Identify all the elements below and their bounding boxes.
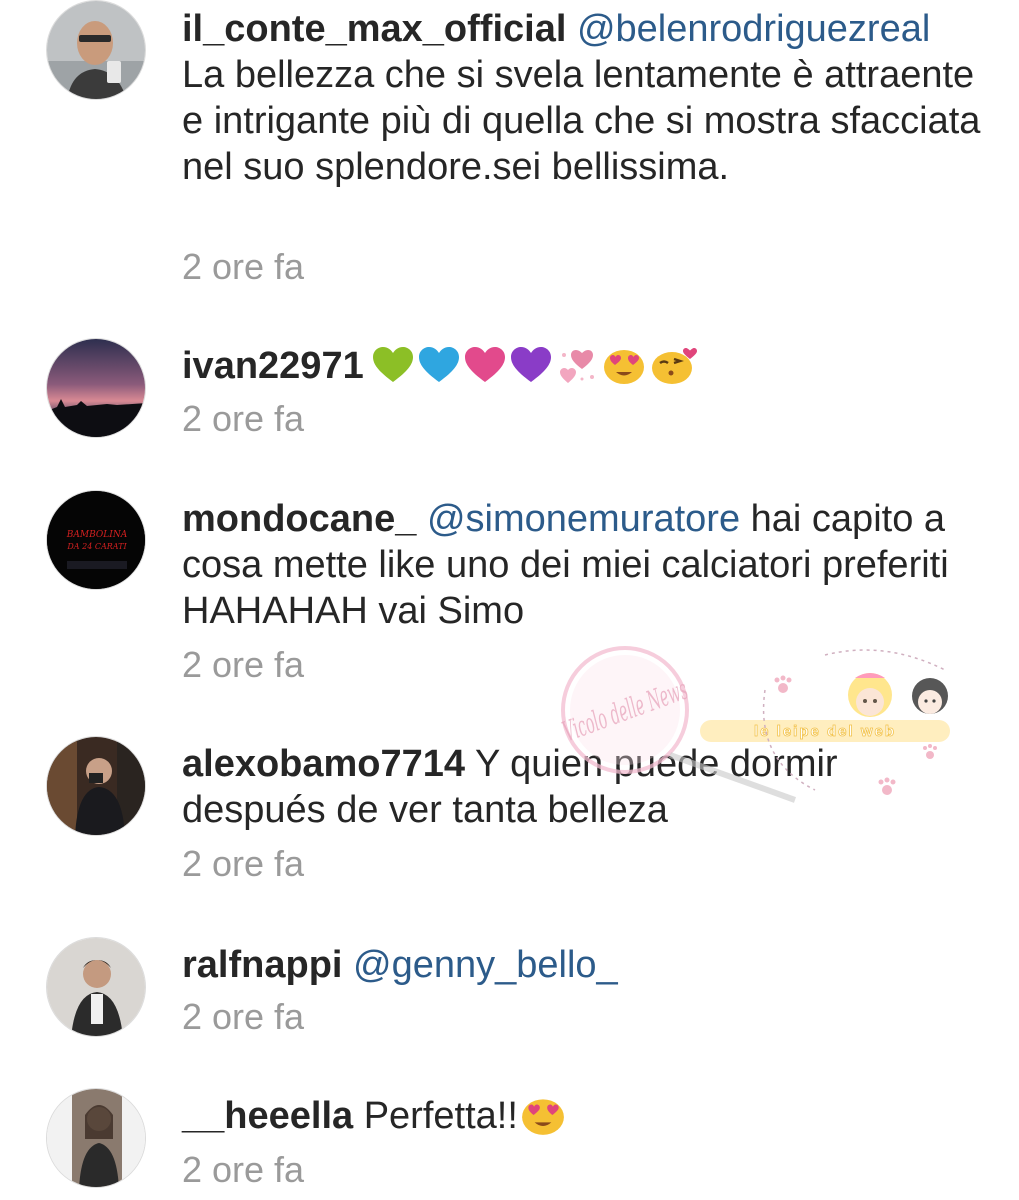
comment-mention[interactable]: @simonemuratore (427, 498, 740, 540)
sparkling-hearts-icon (556, 345, 598, 385)
blue-heart-icon (418, 346, 460, 384)
pink-heart-icon (464, 346, 506, 384)
comment-body: ralfnappi @genny_bello_ (182, 942, 982, 988)
heart-eyes-face-icon (520, 1094, 566, 1136)
avatar-caption-line-2: DA 24 CARATI (66, 542, 127, 551)
comment-timestamp: 2 ore fa (182, 996, 305, 1037)
comment-mention[interactable]: @belenrodriguezreal (577, 8, 930, 50)
comment-username[interactable]: mondocane_ (182, 498, 416, 540)
avatar-caption-line-1: BAMBOLINA (66, 530, 128, 540)
comment-username[interactable]: il_conte_max_official (182, 8, 566, 50)
heart-eyes-face-icon (602, 345, 646, 385)
comment-body: __heeella Perfetta!! (182, 1093, 982, 1139)
avatar[interactable] (46, 736, 146, 836)
comment-timestamp: 2 ore fa (182, 1149, 305, 1190)
comment-body: alexobamo7714 Y quien puede dormir despu… (182, 741, 982, 833)
emoji-row (520, 1094, 566, 1136)
avatar[interactable] (46, 1088, 146, 1188)
comment-username[interactable]: ralfnappi (182, 944, 342, 986)
comment-timestamp: 2 ore fa (182, 843, 305, 884)
comment-timestamp: 2 ore fa (182, 246, 305, 287)
avatar[interactable] (46, 0, 146, 100)
comment-text: Perfetta!! (363, 1095, 518, 1137)
green-heart-icon (372, 346, 414, 384)
kissing-face-icon (650, 345, 700, 385)
comment-mention[interactable]: @genny_bello_ (353, 944, 618, 986)
avatar[interactable]: BAMBOLINA DA 24 CARATI (46, 490, 146, 590)
comment-username[interactable]: ivan22971 (182, 345, 364, 387)
emoji-row (372, 345, 700, 385)
comment-username[interactable]: __heeella (182, 1095, 353, 1137)
comment-body: mondocane_ @simonemuratore hai capito a … (182, 496, 982, 634)
avatar[interactable] (46, 937, 146, 1037)
comment-text: La bellezza che si svela lentamente è at… (182, 54, 981, 188)
comment-timestamp: 2 ore fa (182, 398, 305, 439)
comments-list: il_conte_max_official @belenrodriguezrea… (0, 0, 1019, 1200)
purple-heart-icon (510, 346, 552, 384)
avatar[interactable] (46, 338, 146, 438)
comment-body: ivan22971 (182, 343, 982, 389)
comment-body: il_conte_max_official @belenrodriguezrea… (182, 6, 982, 190)
comment-timestamp: 2 ore fa (182, 644, 305, 685)
comment-username[interactable]: alexobamo7714 (182, 743, 465, 785)
